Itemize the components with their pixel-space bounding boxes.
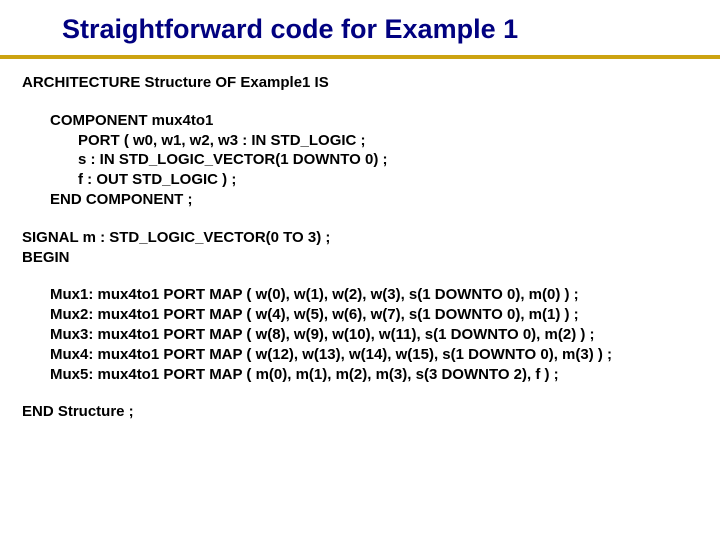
architecture-line: ARCHITECTURE Structure OF Example1 IS [22,73,720,93]
mux2-line: Mux2: mux4to1 PORT MAP ( w(4), w(5), w(6… [50,305,720,325]
port-line-2: s : IN STD_LOGIC_VECTOR(1 DOWNTO 0) ; [50,150,720,170]
mux4-line: Mux4: mux4to1 PORT MAP ( w(12), w(13), w… [50,345,720,365]
signal-begin-block: SIGNAL m : STD_LOGIC_VECTOR(0 TO 3) ; BE… [22,228,720,268]
end-structure-line: END Structure ; [22,402,720,422]
port-line-3: f : OUT STD_LOGIC ) ; [50,170,720,190]
end-component: END COMPONENT ; [50,190,720,210]
component-block: COMPONENT mux4to1 PORT ( w0, w1, w2, w3 … [22,111,720,210]
component-decl: COMPONENT mux4to1 [50,111,720,131]
slide-title: Straightforward code for Example 1 [62,14,720,45]
mux5-line: Mux5: mux4to1 PORT MAP ( m(0), m(1), m(2… [50,365,720,385]
mux-instantiations: Mux1: mux4to1 PORT MAP ( w(0), w(1), w(2… [22,285,720,384]
begin-line: BEGIN [22,248,720,268]
signal-line: SIGNAL m : STD_LOGIC_VECTOR(0 TO 3) ; [22,228,720,248]
mux1-line: Mux1: mux4to1 PORT MAP ( w(0), w(1), w(2… [50,285,720,305]
code-content: ARCHITECTURE Structure OF Example1 IS CO… [0,59,720,422]
mux3-line: Mux3: mux4to1 PORT MAP ( w(8), w(9), w(1… [50,325,720,345]
port-line-1: PORT ( w0, w1, w2, w3 : IN STD_LOGIC ; [50,131,720,151]
